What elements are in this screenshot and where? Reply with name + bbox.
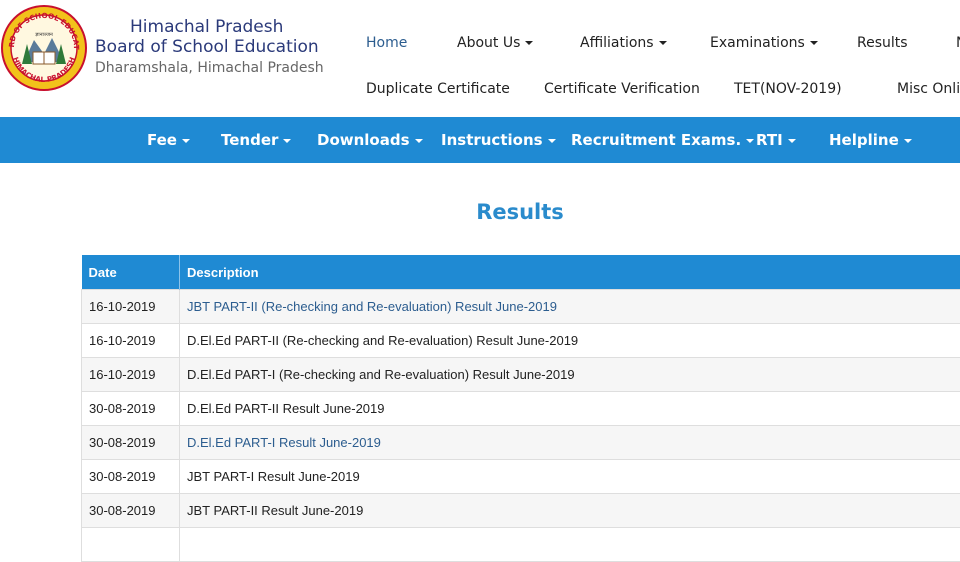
row-description-cell: JBT PART-II (Re-checking and Re-evaluati…	[180, 290, 960, 324]
nav-truncated[interactable]: N	[956, 35, 960, 51]
row-date: 30-08-2019	[82, 392, 180, 426]
nav-recruitment-exams[interactable]: Recruitment Exams.	[571, 131, 754, 149]
nav-home-label: Home	[366, 35, 407, 51]
logo-emblem-text: ज्ञानाञ्जन	[35, 32, 53, 38]
nav-results[interactable]: Results	[857, 35, 908, 51]
nav-affiliations[interactable]: Affiliations	[580, 35, 667, 51]
table-row: 30-08-2019 JBT PART-I Result June-2019	[82, 460, 960, 494]
column-header-date: Date	[82, 255, 180, 290]
table-row: 30-08-2019 D.El.Ed PART-I Result June-20…	[82, 426, 960, 460]
table-header-row: Date Description	[82, 255, 960, 290]
chevron-down-icon	[182, 139, 190, 143]
row-description-cell: JBT PART-I Result June-2019	[180, 460, 960, 494]
brand-subtitle: Dharamshala, Himachal Pradesh	[95, 60, 324, 76]
nav-helpline-label: Helpline	[829, 131, 899, 149]
nav-instructions[interactable]: Instructions	[441, 131, 556, 149]
chevron-down-icon	[659, 41, 667, 45]
row-date: 30-08-2019	[82, 460, 180, 494]
table-row: 16-10-2019 D.El.Ed PART-II (Re-checking …	[82, 324, 960, 358]
nav-results-label: Results	[857, 35, 908, 51]
board-logo-icon[interactable]: BOARD OF SCHOOL EDUCATION HIMACHAL PRADE…	[0, 0, 88, 96]
brand-title-line2: Board of School Education	[95, 37, 324, 57]
row-date-empty	[82, 528, 180, 562]
nav-downloads[interactable]: Downloads	[317, 131, 423, 149]
table-row: 30-08-2019 D.El.Ed PART-II Result June-2…	[82, 392, 960, 426]
row-description-cell: D.El.Ed PART-II Result June-2019	[180, 392, 960, 426]
nav-misc-online[interactable]: Misc Onlin	[897, 81, 960, 97]
chevron-down-icon	[904, 139, 912, 143]
nav-affiliations-label: Affiliations	[580, 35, 654, 51]
row-description-empty	[180, 528, 960, 562]
page-title: Results	[0, 200, 960, 224]
nav-about-us-label: About Us	[457, 35, 520, 51]
row-description-cell: D.El.Ed PART-I (Re-checking and Re-evalu…	[180, 358, 960, 392]
chevron-down-icon	[810, 41, 818, 45]
chevron-down-icon	[548, 139, 556, 143]
nav-tet[interactable]: TET(NOV-2019)	[734, 81, 842, 97]
nav-rti[interactable]: RTI	[756, 131, 796, 149]
nav-about-us[interactable]: About Us	[457, 35, 533, 51]
row-description-cell: D.El.Ed PART-II (Re-checking and Re-eval…	[180, 324, 960, 358]
row-date: 16-10-2019	[82, 324, 180, 358]
result-link[interactable]: D.El.Ed PART-I Result June-2019	[187, 435, 381, 450]
table-row: 16-10-2019 D.El.Ed PART-I (Re-checking a…	[82, 358, 960, 392]
nav-certificate-verification[interactable]: Certificate Verification	[544, 81, 700, 97]
result-link[interactable]: JBT PART-II Result June-2019	[187, 503, 363, 518]
nav-fee-label: Fee	[147, 131, 177, 149]
nav-certificate-verification-label: Certificate Verification	[544, 81, 700, 97]
row-date: 30-08-2019	[82, 494, 180, 528]
row-date: 30-08-2019	[82, 426, 180, 460]
table-row: 30-08-2019 JBT PART-II Result June-2019	[82, 494, 960, 528]
result-link[interactable]: JBT PART-II (Re-checking and Re-evaluati…	[187, 299, 557, 314]
nav-examinations[interactable]: Examinations	[710, 35, 818, 51]
table-row: 16-10-2019 JBT PART-II (Re-checking and …	[82, 290, 960, 324]
brand-title-line1: Himachal Pradesh	[95, 17, 324, 37]
nav-duplicate-certificate-label: Duplicate Certificate	[366, 81, 510, 97]
nav-duplicate-certificate[interactable]: Duplicate Certificate	[366, 81, 510, 97]
nav-truncated-label: N	[956, 35, 960, 51]
nav-rti-label: RTI	[756, 131, 783, 149]
nav-fee[interactable]: Fee	[147, 131, 190, 149]
nav-helpline[interactable]: Helpline	[829, 131, 912, 149]
result-link[interactable]: D.El.Ed PART-I (Re-checking and Re-evalu…	[187, 367, 575, 382]
row-date: 16-10-2019	[82, 358, 180, 392]
nav-misc-online-label: Misc Onlin	[897, 81, 960, 97]
nav-tet-label: TET(NOV-2019)	[734, 81, 842, 97]
chevron-down-icon	[788, 139, 796, 143]
result-link[interactable]: D.El.Ed PART-II (Re-checking and Re-eval…	[187, 333, 578, 348]
nav-instructions-label: Instructions	[441, 131, 543, 149]
result-link[interactable]: D.El.Ed PART-II Result June-2019	[187, 401, 385, 416]
nav-tender-label: Tender	[221, 131, 278, 149]
secondary-nav-bar: Fee Tender Downloads Instructions Recrui…	[0, 117, 960, 163]
brand-block[interactable]: Himachal Pradesh Board of School Educati…	[95, 17, 324, 76]
site-header: BOARD OF SCHOOL EDUCATION HIMACHAL PRADE…	[0, 0, 960, 117]
chevron-down-icon	[525, 41, 533, 45]
chevron-down-icon	[415, 139, 423, 143]
results-table: Date Description 16-10-2019 JBT PART-II …	[81, 255, 960, 562]
nav-downloads-label: Downloads	[317, 131, 410, 149]
nav-tender[interactable]: Tender	[221, 131, 291, 149]
row-description-cell: JBT PART-II Result June-2019	[180, 494, 960, 528]
nav-recruitment-exams-label: Recruitment Exams.	[571, 131, 741, 149]
nav-examinations-label: Examinations	[710, 35, 805, 51]
column-header-description: Description	[180, 255, 960, 290]
chevron-down-icon	[746, 139, 754, 143]
result-link[interactable]: JBT PART-I Result June-2019	[187, 469, 360, 484]
row-description-cell: D.El.Ed PART-I Result June-2019	[180, 426, 960, 460]
nav-home[interactable]: Home	[366, 35, 407, 51]
row-date: 16-10-2019	[82, 290, 180, 324]
table-row	[82, 528, 960, 562]
chevron-down-icon	[283, 139, 291, 143]
